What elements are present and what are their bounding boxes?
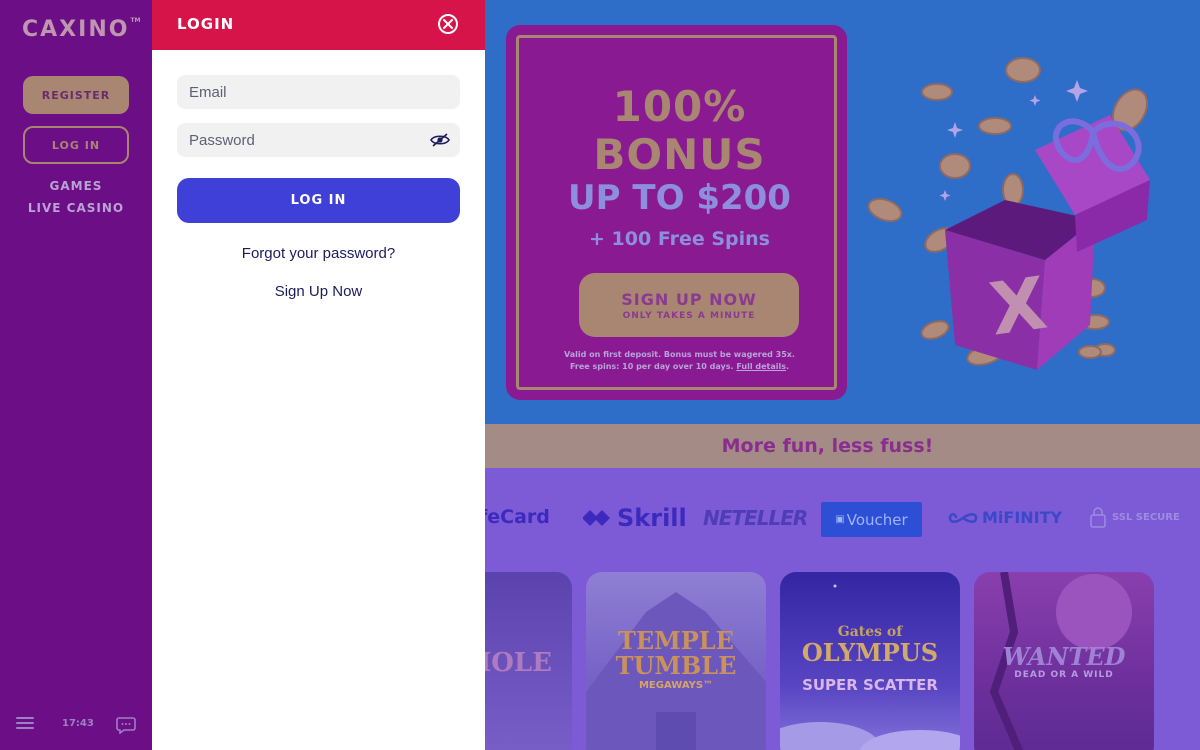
register-button[interactable]: REGISTER <box>23 76 129 114</box>
game-tile[interactable]: Gates of OLYMPUS SUPER SCATTER <box>780 572 960 750</box>
game-subtitle: MEGAWAYS™ <box>638 680 714 691</box>
paysafecard-logo: feCard <box>479 506 550 528</box>
bonus-free-spins: + 100 Free Spins <box>589 228 770 250</box>
chat-bubble-icon[interactable] <box>116 716 136 735</box>
padlock-icon <box>1090 507 1106 528</box>
login-drawer: LOGIN LOG IN Forgot your password? Sign … <box>152 0 485 750</box>
forgot-password-link[interactable]: Forgot your password? <box>152 245 485 262</box>
svg-text:X: X <box>985 261 1052 352</box>
hero-banner: 100% BONUS UP TO $200 + 100 Free Spins S… <box>485 0 1200 424</box>
signup-link[interactable]: Sign Up Now <box>152 283 485 300</box>
sidebar-login-button[interactable]: LOG IN <box>23 126 129 164</box>
payment-methods-bar: feCard Skrill NETELLER ▣ Voucher MiFINIT… <box>479 468 1200 568</box>
ssl-secure-badge: SSL SECURE <box>1090 506 1180 528</box>
ssl-text: SSL SECURE <box>1112 511 1180 523</box>
full-details-link[interactable]: Full details <box>736 362 786 371</box>
voucher-mark-icon: ▣ <box>835 514 845 525</box>
mifinity-text: MiFINITY <box>982 508 1063 527</box>
terms-line-1: Valid on first deposit. Bonus must be wa… <box>564 350 795 359</box>
game-title-line-2: TUMBLE <box>615 651 737 680</box>
clock-time: 17:43 <box>62 718 94 729</box>
gift-box-illustration: X <box>867 57 1150 370</box>
game-title: WANTED <box>1002 642 1126 671</box>
game-title: OLYMPUS <box>801 638 939 667</box>
skrill-text: Skrill <box>617 504 687 532</box>
bonus-terms: Valid on first deposit. Bonus must be wa… <box>539 349 820 373</box>
game-tile[interactable]: TEMPLE TUMBLE MEGAWAYS™ <box>586 572 766 750</box>
terms-line-2: Free spins: 10 per day over 10 days. Ful… <box>569 362 790 371</box>
sidebar-item-live-casino[interactable]: LIVE CASINO <box>0 201 152 215</box>
bonus-card: 100% BONUS UP TO $200 + 100 Free Spins S… <box>506 25 847 400</box>
bonus-percent: 100% <box>612 82 747 131</box>
ecovoucher-logo: ▣ Voucher <box>821 502 922 537</box>
tagline-text: More fun, less fuss! <box>721 435 934 457</box>
logo-trademark: TM <box>130 17 141 24</box>
signup-button-label: SIGN UP NOW <box>621 289 757 309</box>
skrill-logo: Skrill <box>583 504 687 532</box>
login-drawer-header: LOGIN <box>152 0 485 50</box>
game-subtitle: SUPER SCATTER <box>802 676 938 694</box>
mifinity-logo: MiFINITY <box>948 508 1062 527</box>
email-field[interactable] <box>177 75 460 109</box>
sidebar-item-games[interactable]: GAMES <box>0 179 152 193</box>
bonus-card-frame: 100% BONUS UP TO $200 + 100 Free Spins S… <box>516 35 837 390</box>
bonus-amount: UP TO $200 <box>568 178 791 218</box>
game-subtitle: DEAD OR A WILD <box>1014 670 1114 680</box>
sidebar: CAXINOTM REGISTER LOG IN GAMES LIVE CASI… <box>0 0 152 750</box>
login-submit-button[interactable]: LOG IN <box>177 178 460 223</box>
tagline-strip: More fun, less fuss! <box>485 424 1200 468</box>
infinity-icon <box>948 512 978 523</box>
caxino-logo[interactable]: CAXINOTM <box>22 17 141 42</box>
logo-text: CAXINO <box>22 17 130 42</box>
show-password-eye-icon[interactable] <box>430 132 450 148</box>
voucher-text: Voucher <box>846 510 908 529</box>
game-title: TEMPLE TUMBLE <box>586 628 766 678</box>
hamburger-menu-icon[interactable] <box>16 714 34 734</box>
hero-signup-button[interactable]: SIGN UP NOW ONLY TAKES A MINUTE <box>579 273 799 337</box>
skrill-diamond-icon <box>583 510 610 526</box>
bonus-word: BONUS <box>593 130 766 179</box>
game-title-line-1: TEMPLE <box>618 626 734 655</box>
password-field[interactable] <box>177 123 460 157</box>
game-tile[interactable]: WANTED DEAD OR A WILD <box>974 572 1154 750</box>
neteller-logo: NETELLER <box>703 506 808 530</box>
signup-button-sublabel: ONLY TAKES A MINUTE <box>622 310 756 321</box>
close-icon[interactable] <box>438 14 458 34</box>
login-title: LOGIN <box>177 15 235 33</box>
